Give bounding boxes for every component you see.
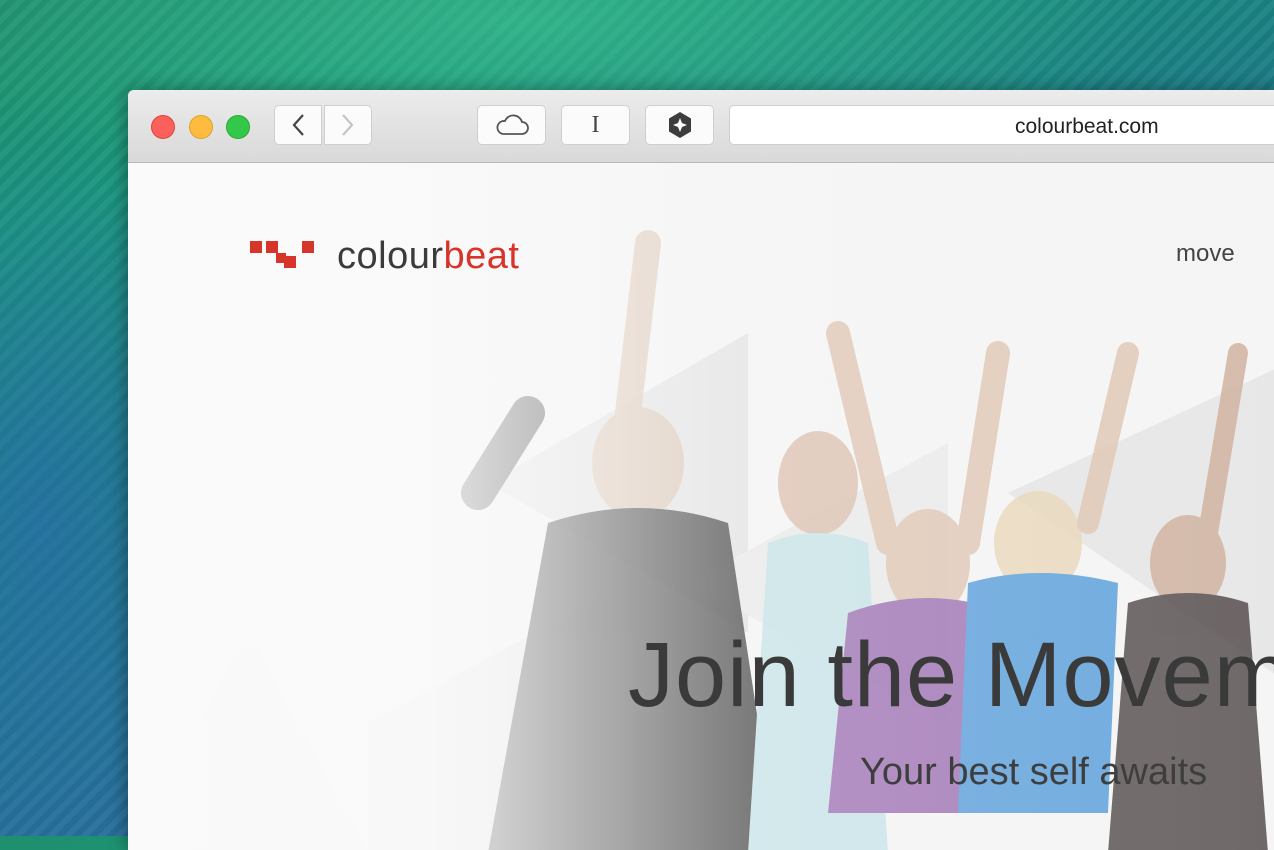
back-button[interactable] [274, 105, 322, 145]
colourbeat-logo-icon[interactable] [250, 239, 316, 271]
hero-title: Join the Movem [628, 624, 1274, 726]
extension-button[interactable] [645, 105, 714, 145]
icloud-tabs-button[interactable] [477, 105, 546, 145]
web-page: colourbeat move Join the Movem Your best… [128, 163, 1274, 850]
forward-button[interactable] [324, 105, 372, 145]
logo-text-colour: colour [337, 235, 444, 277]
logo-wordmark[interactable]: colourbeat [337, 235, 519, 278]
maximize-window-button[interactable] [226, 115, 250, 139]
logo-text-beat: beat [443, 235, 520, 277]
hero-subtitle: Your best self awaits [860, 751, 1208, 793]
nav-item-move[interactable]: move [1176, 240, 1235, 268]
browser-toolbar: I colourbeat.com [128, 90, 1274, 163]
cloud-icon [496, 114, 529, 135]
address-bar[interactable]: colourbeat.com [729, 105, 1274, 145]
browser-window: I colourbeat.com colourbeat move Join th… [128, 90, 1274, 850]
chevron-left-icon [292, 114, 304, 136]
reader-button[interactable]: I [561, 105, 630, 145]
reader-icon: I [591, 111, 600, 138]
minimize-window-button[interactable] [189, 115, 213, 139]
close-window-button[interactable] [151, 115, 175, 139]
extension-hexagon-icon [668, 112, 691, 138]
chevron-right-icon [342, 114, 354, 136]
address-text: colourbeat.com [1015, 115, 1159, 138]
